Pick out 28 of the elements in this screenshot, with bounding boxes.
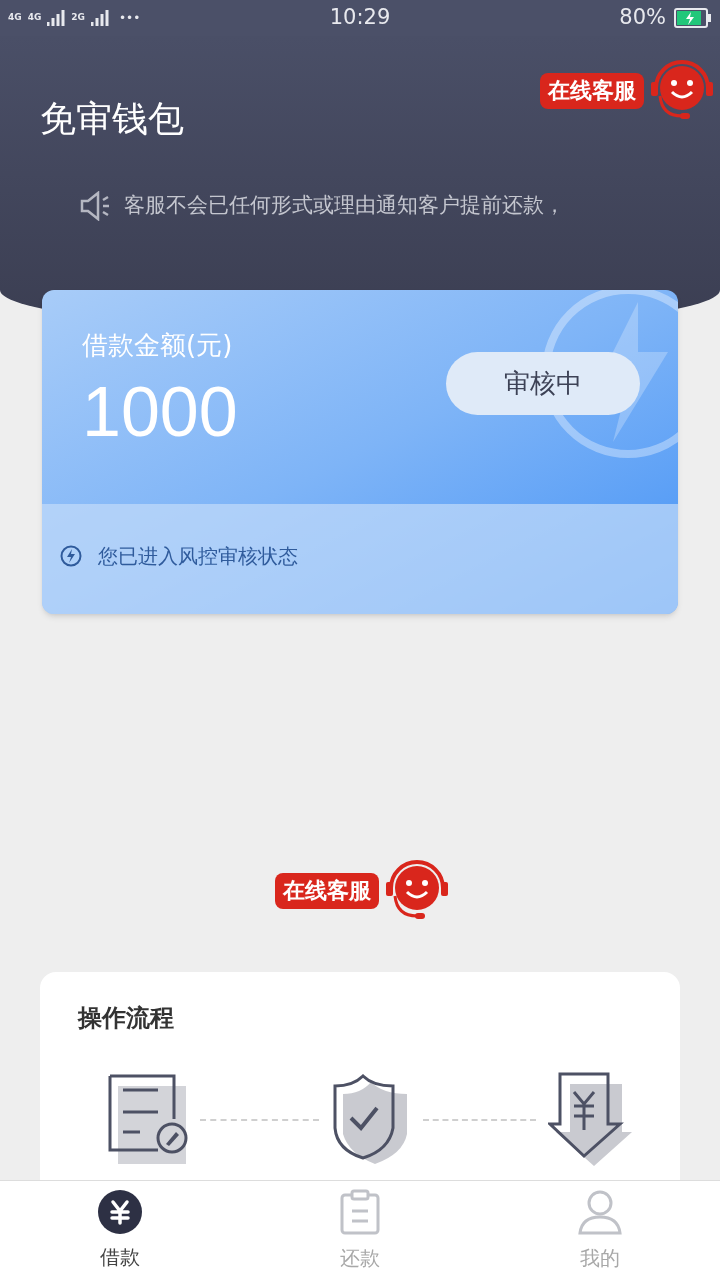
loan-amount: 1000 [82, 377, 238, 447]
yen-coin-icon [98, 1189, 142, 1234]
document-edit-icon [108, 1074, 188, 1166]
app-title: 免审钱包 [40, 97, 184, 141]
service-badge[interactable]: 在线客服 [540, 73, 644, 109]
loan-amount-label: 借款金额(元) [82, 329, 234, 362]
battery-percent: 80% [619, 4, 666, 32]
review-hint: 您已进入风控审核状态 [98, 543, 298, 570]
service-badge[interactable]: 在线客服 [275, 873, 379, 909]
status-pill: 审核中 [446, 352, 640, 415]
yen-down-arrow-icon [548, 1072, 634, 1168]
more-indicator: ••• [118, 10, 141, 27]
headset-smiley-icon[interactable] [648, 60, 716, 122]
lightning-icon [60, 545, 82, 567]
clock: 10:29 [328, 4, 392, 32]
tab[interactable]: 借款 [0, 1181, 240, 1280]
process-title: 操作流程 [78, 1004, 174, 1032]
network-label: 4G [27, 11, 42, 25]
clipboard-icon [340, 1188, 380, 1235]
user-icon [578, 1188, 622, 1235]
headset-smiley-icon[interactable] [383, 860, 451, 922]
signal-icon [47, 10, 66, 26]
battery-charging-icon [674, 8, 712, 28]
notice-text: 客服不会已任何形式或理由通知客户提前还款， [124, 192, 565, 219]
signal-icon [90, 10, 109, 26]
network-label: 2G [71, 11, 85, 25]
network-label: 4G [8, 11, 22, 25]
speaker-icon [80, 190, 112, 221]
